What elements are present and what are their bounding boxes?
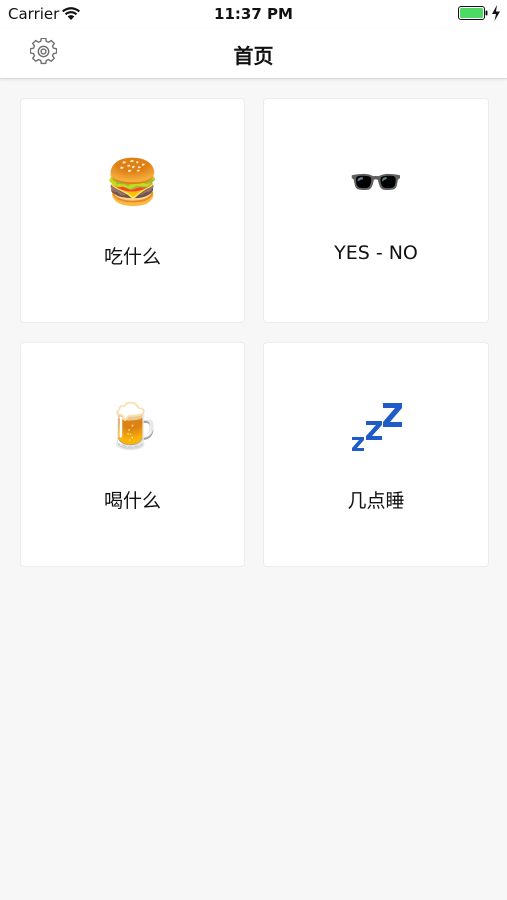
- card-what-to-eat[interactable]: 🍔 吃什么: [20, 98, 245, 323]
- charging-bolt-icon: [492, 5, 500, 21]
- zzz-icon: [352, 403, 402, 451]
- card-label: YES - NO: [334, 242, 418, 264]
- card-label: 吃什么: [103, 246, 161, 268]
- card-label: 喝什么: [103, 490, 161, 512]
- app-screen: Carrier 11:37 PM 首页 🍔 吃什么 🕶️ YES - NO 🍺 …: [0, 0, 507, 900]
- card-label: 几点睡: [347, 490, 405, 512]
- beer-mug-icon: 🍺: [105, 401, 160, 452]
- card-what-to-drink[interactable]: 🍺 喝什么: [20, 342, 245, 567]
- navigation-bar: 首页: [0, 28, 507, 79]
- status-time: 11:37 PM: [214, 5, 293, 23]
- card-yes-no[interactable]: 🕶️ YES - NO: [263, 98, 489, 323]
- page-title: 首页: [233, 44, 274, 68]
- battery-icon: [458, 6, 488, 20]
- card-bedtime[interactable]: 几点睡: [263, 342, 489, 567]
- sunglasses-icon: 🕶️: [348, 157, 404, 208]
- status-bar: Carrier 11:37 PM: [0, 0, 507, 28]
- hamburger-icon: 🍔: [105, 157, 160, 208]
